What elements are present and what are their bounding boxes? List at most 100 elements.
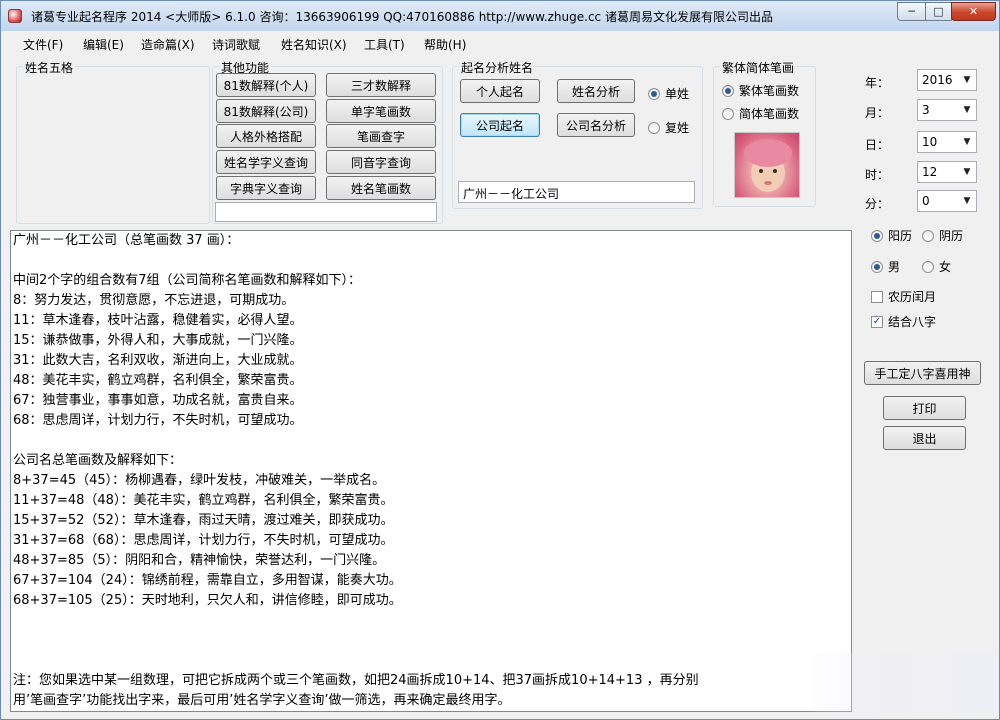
day-value: 10 [922, 135, 938, 149]
result-line: 11：草木逢春，枝叶沾露，稳健着实，必得人望。 [13, 313, 303, 328]
radio-dot [648, 87, 660, 100]
btn-company-naming[interactable]: 公司起名 [460, 113, 540, 137]
btn-personal-naming[interactable]: 个人起名 [460, 79, 540, 103]
radio-lunar-label: 阴历 [939, 229, 964, 243]
btn-stroke-lookup[interactable]: 笔画查字 [326, 124, 436, 148]
btn-single-stroke[interactable]: 单字笔画数 [326, 99, 436, 123]
btn-dictionary[interactable]: 字典字义查询 [216, 176, 316, 200]
menu-tools[interactable]: 工具(T) [364, 36, 405, 53]
radio-male-label: 男 [888, 260, 901, 274]
window-title: 诸葛专业起名程序 2014 <大师版> 6.1.0 咨询：13663906199… [31, 10, 773, 24]
watermark-overlay [813, 653, 999, 713]
minute-label: 分： [865, 197, 890, 211]
checkbox-leap-label: 农历闰月 [888, 290, 937, 304]
month-label: 月： [865, 106, 890, 120]
year-value: 2016 [922, 73, 953, 87]
btn-manual-bazi[interactable]: 手工定八字喜用神 [864, 361, 981, 385]
checkbox-box [871, 290, 883, 303]
radio-double-surname[interactable]: 复姓 [648, 119, 689, 136]
radio-male[interactable]: 男 [871, 258, 900, 275]
other-function-input[interactable] [215, 202, 437, 222]
hour-value: 12 [922, 165, 938, 179]
radio-traditional-stroke[interactable]: 繁体笔画数 [722, 82, 799, 99]
title-bar[interactable]: 诸葛专业起名程序 2014 <大师版> 6.1.0 咨询：13663906199… [1, 1, 999, 31]
result-line: 15+37=52（52）：草木逢春，雨过天晴，渡过难关，即获成功。 [13, 513, 394, 528]
stroke-type-title: 繁体简体笔画 [720, 59, 797, 76]
month-select[interactable]: 3 ▼ [917, 99, 977, 121]
radio-dot [871, 260, 883, 273]
menu-help[interactable]: 帮助(H) [424, 36, 466, 53]
btn-81-company[interactable]: 81数解释(公司) [216, 99, 316, 123]
result-line [11, 251, 851, 271]
radio-female[interactable]: 女 [922, 258, 951, 275]
year-label: 年： [865, 76, 890, 90]
radio-solar-calendar[interactable]: 阳历 [871, 227, 912, 244]
radio-dot [648, 121, 660, 134]
radio-dot [722, 84, 734, 97]
btn-print[interactable]: 打印 [883, 396, 966, 420]
app-window: 诸葛专业起名程序 2014 <大师版> 6.1.0 咨询：13663906199… [0, 0, 1000, 720]
btn-name-stroke[interactable]: 姓名笔画数 [326, 176, 436, 200]
result-line [11, 631, 851, 651]
radio-simplified-stroke[interactable]: 简体笔画数 [722, 105, 799, 122]
chevron-down-icon: ▼ [963, 196, 971, 206]
btn-sancai[interactable]: 三才数解释 [326, 73, 436, 97]
name-input[interactable]: 广州－－化工公司 [458, 181, 695, 203]
result-line: 广州－－化工公司（总笔画数 37 画）： [13, 233, 240, 248]
day-select[interactable]: 10 ▼ [917, 131, 977, 153]
menu-bar: 文件(F) 编辑(E) 造命篇(X) 诗词歌赋 姓名知识(X) 工具(T) 帮助… [1, 32, 999, 54]
close-button[interactable]: ✕ [951, 2, 996, 21]
minute-select[interactable]: 0 ▼ [917, 190, 977, 212]
radio-lunar-calendar[interactable]: 阴历 [922, 227, 963, 244]
checkbox-combine-bazi[interactable]: ✓ 结合八字 [871, 313, 936, 330]
wuge-group: 姓名五格 [16, 59, 210, 224]
menu-poetry[interactable]: 诗词歌赋 [212, 36, 260, 53]
radio-dot [871, 229, 883, 242]
year-select[interactable]: 2016 ▼ [917, 69, 977, 91]
hour-select[interactable]: 12 ▼ [917, 161, 977, 183]
result-line: 31：此数大吉，名利双收，渐进向上，大业成就。 [13, 353, 303, 368]
menu-name-knowledge[interactable]: 姓名知识(X) [281, 36, 347, 53]
baby-photo [734, 132, 800, 198]
result-lines: 广州－－化工公司（总笔画数 37 画）： 中间2个字的组合数有7组（公司简称名笔画… [11, 231, 851, 711]
btn-81-personal[interactable]: 81数解释(个人) [216, 73, 316, 97]
menu-file[interactable]: 文件(F) [23, 36, 63, 53]
result-line: 中间2个字的组合数有7组（公司简称名笔画数和解释如下）： [13, 273, 362, 288]
chevron-down-icon: ▼ [963, 167, 971, 177]
result-line [11, 431, 851, 451]
menu-edit[interactable]: 编辑(E) [83, 36, 124, 53]
radio-dot [922, 260, 934, 273]
result-line: 68：思虑周详，计划力行，不失时机，可望成功。 [13, 413, 303, 428]
day-label: 日： [865, 138, 890, 152]
btn-company-analysis[interactable]: 公司名分析 [557, 113, 635, 137]
radio-dot [722, 107, 734, 120]
checkbox-lunar-leap-month[interactable]: 农历闰月 [871, 288, 936, 305]
result-line: 11+37=48（48）：美花丰实，鹤立鸡群，名利俱全，繁荣富贵。 [13, 493, 394, 508]
result-line: 15：谦恭做事，外得人和，大事成就，一门兴隆。 [13, 333, 303, 348]
baby-image [744, 139, 792, 192]
minimize-button[interactable]: ─ [897, 2, 926, 21]
result-line [11, 651, 851, 671]
radio-single-label: 单姓 [665, 87, 690, 101]
btn-name-meaning[interactable]: 姓名学字义查询 [216, 150, 316, 174]
maximize-button[interactable]: □ [925, 2, 952, 21]
radio-single-surname[interactable]: 单姓 [648, 85, 689, 102]
btn-exit[interactable]: 退出 [883, 426, 966, 450]
radio-dot [922, 229, 934, 242]
minimize-icon: ─ [908, 5, 915, 18]
btn-renge-waige[interactable]: 人格外格搭配 [216, 124, 316, 148]
checkmark-icon: ✓ [871, 315, 883, 328]
result-line: 48：美花丰实，鹤立鸡群，名利俱全，繁荣富贵。 [13, 373, 303, 388]
btn-homophone[interactable]: 同音字查询 [326, 150, 436, 174]
chevron-down-icon: ▼ [963, 75, 971, 85]
result-line: 67：独营事业，事事如意，功成名就，富贵自来。 [13, 393, 303, 408]
result-line [11, 611, 851, 631]
radio-solar-label: 阳历 [888, 229, 913, 243]
minute-value: 0 [922, 194, 930, 208]
btn-name-analysis[interactable]: 姓名分析 [557, 79, 635, 103]
chevron-down-icon: ▼ [963, 137, 971, 147]
menu-zaoming[interactable]: 造命篇(X) [141, 36, 195, 53]
result-textarea[interactable]: 广州－－化工公司（总笔画数 37 画）： 中间2个字的组合数有7组（公司简称名笔画… [10, 230, 852, 712]
radio-female-label: 女 [939, 260, 952, 274]
analysis-group-title: 起名分析姓名 [459, 59, 536, 76]
